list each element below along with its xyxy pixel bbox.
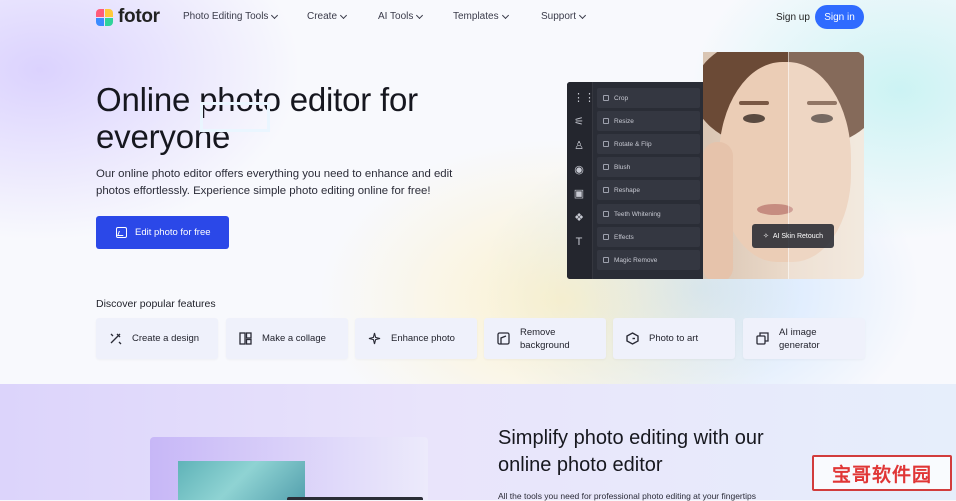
nav-label: Support <box>541 11 577 22</box>
magic-wand-icon <box>108 332 122 346</box>
crop-frame <box>200 102 270 132</box>
image-edit-icon <box>116 227 127 238</box>
photo-eye <box>743 114 765 123</box>
tool-label: Crop <box>614 94 629 102</box>
features-heading: Discover popular features <box>96 298 216 310</box>
sign-in-button[interactable]: Sign in <box>815 5 864 29</box>
sign-up-link[interactable]: Sign up <box>776 12 810 23</box>
elements-icon: ❖ <box>574 212 584 224</box>
resize-icon <box>603 118 609 124</box>
nav-label: Create <box>307 11 338 22</box>
teeth-icon <box>603 211 609 217</box>
image-generator-icon <box>755 332 769 346</box>
collage-icon <box>238 332 252 346</box>
nav-photo-editing-tools[interactable]: Photo Editing Tools <box>183 11 279 22</box>
photo-hand <box>703 142 733 279</box>
section-title: Simplify photo editing with our online p… <box>498 427 764 476</box>
sparkle-icon <box>367 332 381 346</box>
beauty-icon: ♙ <box>574 140 584 152</box>
chevron-down-icon <box>416 11 424 19</box>
chevron-down-icon <box>501 11 509 19</box>
tool-effects: Effects <box>597 227 700 247</box>
tool-label: Reshape <box>614 186 641 194</box>
effects-icon <box>603 234 609 240</box>
nav-label: Photo Editing Tools <box>183 11 269 22</box>
nav-ai-tools[interactable]: AI Tools <box>378 11 424 22</box>
feature-enhance-photo[interactable]: Enhance photo <box>355 318 477 359</box>
chevron-down-icon <box>339 11 348 19</box>
feature-remove-background[interactable]: Remove background <box>484 318 606 359</box>
tool-crop: Crop <box>597 88 700 108</box>
editor-mockup: ⋮⋮ ⚟ ♙ ◉ ▣ ❖ T Crop Resize Rotate & Flip… <box>567 82 703 279</box>
feature-make-collage[interactable]: Make a collage <box>226 318 348 359</box>
nav-label: Templates <box>453 11 499 22</box>
feature-label: AI image generator <box>779 326 820 351</box>
feature-label: Photo to art <box>649 333 699 344</box>
nav-templates[interactable]: Templates <box>453 11 509 22</box>
tool-magic-remove: Magic Remove <box>597 250 700 270</box>
tool-label: Teeth Whitening <box>614 210 661 218</box>
tool-resize: Resize <box>597 111 700 131</box>
feature-ai-image-generator[interactable]: AI image generator <box>743 318 865 359</box>
tool-label: Effects <box>614 233 634 241</box>
fotor-logo[interactable]: fotor <box>96 6 160 28</box>
tool-label: Rotate & Flip <box>614 140 652 148</box>
reshape-icon <box>603 187 609 193</box>
chevron-down-icon <box>578 11 587 19</box>
feature-photo-to-art[interactable]: Photo to art <box>613 318 735 359</box>
feature-label: Enhance photo <box>391 333 455 344</box>
blush-icon <box>603 164 609 170</box>
editor-toolbar-rail: ⋮⋮ ⚟ ♙ ◉ ▣ ❖ T <box>567 82 595 279</box>
tool-reshape: Reshape <box>597 180 700 200</box>
watermark-stamp: 宝哥软件园 <box>812 455 952 491</box>
nav-label: AI Tools <box>378 11 414 22</box>
text-icon: T <box>575 236 583 248</box>
eraser-icon <box>603 257 609 263</box>
tool-label: Resize <box>614 117 634 125</box>
edit-photo-button[interactable]: Edit photo for free <box>96 216 229 249</box>
tool-label: Blush <box>614 163 631 171</box>
tool-teeth-whitening: Teeth Whitening <box>597 204 700 224</box>
cta-label: Edit photo for free <box>135 227 211 238</box>
section-preview-image <box>178 461 305 500</box>
feature-label: Make a collage <box>262 333 326 344</box>
photo-brow <box>739 101 769 105</box>
nav-create[interactable]: Create <box>307 11 348 22</box>
art-icon <box>625 332 639 346</box>
sliders-icon: ⚟ <box>574 116 584 128</box>
tool-label: Magic Remove <box>614 256 658 264</box>
feature-label: Remove background <box>520 326 570 351</box>
sparkle-icon: ✧ <box>762 233 769 240</box>
badge-label: AI Skin Retouch <box>772 232 824 240</box>
crop-icon <box>603 95 609 101</box>
feature-label: Create a design <box>132 333 200 344</box>
tool-blush: Blush <box>597 157 700 177</box>
rotate-icon <box>603 141 609 147</box>
ai-skin-retouch-badge: ✧ AI Skin Retouch <box>752 224 834 248</box>
page-title: Online photo editor for everyone <box>96 81 418 155</box>
nav-support[interactable]: Support <box>541 11 587 22</box>
grid-icon: ⋮⋮ <box>573 92 595 104</box>
fotor-logo-icon <box>96 8 113 26</box>
tool-rotate-flip: Rotate & Flip <box>597 134 700 154</box>
eye-icon: ◉ <box>574 164 584 176</box>
cutout-icon <box>496 332 510 346</box>
hero-subtitle: Our online photo editor offers everythin… <box>96 168 453 197</box>
logo-text: fotor <box>118 6 160 27</box>
feature-create-design[interactable]: Create a design <box>96 318 218 359</box>
frame-icon: ▣ <box>573 188 585 200</box>
chevron-down-icon <box>271 11 279 19</box>
